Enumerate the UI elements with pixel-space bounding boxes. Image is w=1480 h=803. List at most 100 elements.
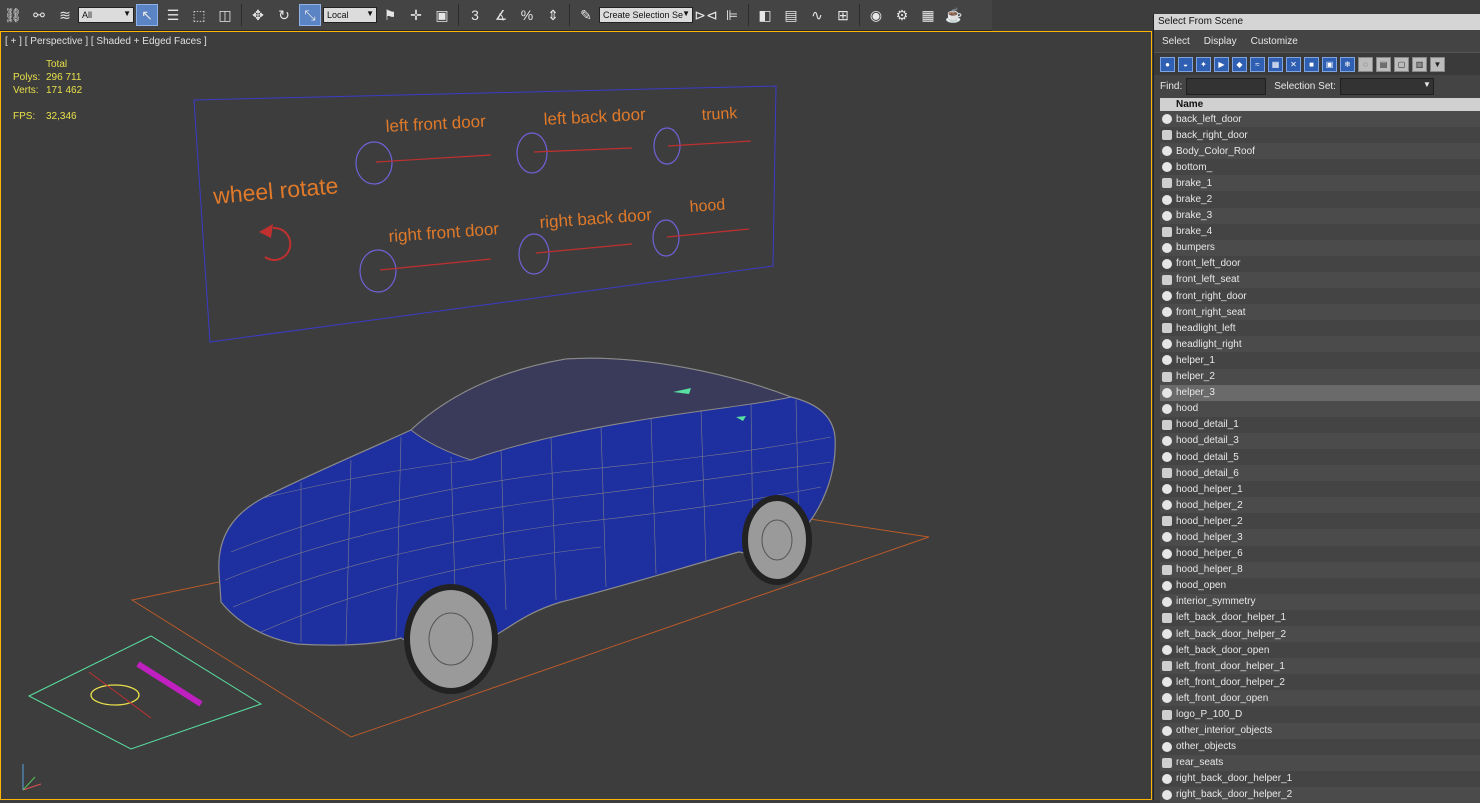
left-back-door-control[interactable] bbox=[516, 132, 548, 174]
pivot-center-icon[interactable]: ⚑ bbox=[379, 4, 401, 26]
list-item[interactable]: hood_open bbox=[1160, 577, 1480, 594]
list-item[interactable]: left_front_door_helper_1 bbox=[1160, 658, 1480, 675]
right-back-door-control[interactable] bbox=[518, 233, 550, 275]
list-item[interactable]: brake_1 bbox=[1160, 175, 1480, 192]
list-item[interactable]: bumpers bbox=[1160, 239, 1480, 256]
list-item[interactable]: brake_3 bbox=[1160, 207, 1480, 224]
list-item[interactable]: right_back_door_helper_2 bbox=[1160, 786, 1480, 803]
display-shapes-icon[interactable]: ◒ bbox=[1178, 56, 1193, 72]
list-item[interactable]: front_left_door bbox=[1160, 255, 1480, 272]
select-all-icon[interactable]: ▤ bbox=[1376, 56, 1391, 72]
rear-wheel[interactable] bbox=[742, 495, 812, 585]
align-icon[interactable]: ⊫ bbox=[721, 4, 743, 26]
list-item[interactable]: left_back_door_helper_1 bbox=[1160, 609, 1480, 626]
list-item[interactable]: other_interior_objects bbox=[1160, 722, 1480, 739]
right-back-door-slider[interactable] bbox=[535, 243, 633, 254]
menu-select[interactable]: Select bbox=[1162, 36, 1190, 47]
perspective-viewport[interactable]: [ + ] [ Perspective ] [ Shaded + Edged F… bbox=[0, 31, 1152, 800]
percent-snap-icon[interactable]: % bbox=[516, 4, 538, 26]
select-object-icon[interactable]: ↖ bbox=[136, 4, 158, 26]
front-wheel[interactable] bbox=[404, 584, 498, 694]
list-item[interactable]: hood_helper_8 bbox=[1160, 561, 1480, 578]
list-item[interactable]: front_right_door bbox=[1160, 288, 1480, 305]
rendered-frame-icon[interactable]: ▦ bbox=[917, 4, 939, 26]
list-item[interactable]: helper_1 bbox=[1160, 352, 1480, 369]
list-item[interactable]: Body_Color_Roof bbox=[1160, 143, 1480, 160]
display-helpers-icon[interactable]: ◆ bbox=[1232, 56, 1247, 72]
render-teapot-icon[interactable]: ☕ bbox=[943, 4, 965, 26]
spinner-snap-icon[interactable]: ⇕ bbox=[542, 4, 564, 26]
menu-display[interactable]: Display bbox=[1204, 36, 1237, 47]
list-item[interactable]: back_right_door bbox=[1160, 127, 1480, 144]
list-item[interactable]: headlight_left bbox=[1160, 320, 1480, 337]
list-item[interactable]: rear_seats bbox=[1160, 754, 1480, 771]
list-item[interactable]: hood_detail_5 bbox=[1160, 448, 1480, 466]
scale-icon[interactable]: ⤡ bbox=[299, 4, 321, 26]
display-bones-icon[interactable]: ■ bbox=[1304, 56, 1319, 72]
scene-object-list[interactable]: back_left_door back_right_door Body_Color_… bbox=[1160, 111, 1480, 803]
display-groups-icon[interactable]: ▦ bbox=[1268, 56, 1283, 72]
unlink-icon[interactable]: ⚯ bbox=[28, 4, 50, 26]
list-item[interactable]: left_back_door_helper_2 bbox=[1160, 626, 1480, 643]
curve-editor-icon[interactable]: ∿ bbox=[806, 4, 828, 26]
render-setup-icon[interactable]: ⚙ bbox=[891, 4, 913, 26]
selection-set-dropdown[interactable]: ▼ bbox=[1339, 77, 1434, 95]
list-item[interactable]: front_right_seat bbox=[1160, 304, 1480, 321]
list-item[interactable]: left_front_door_open bbox=[1160, 690, 1480, 707]
filter-icon[interactable]: ▼ bbox=[1430, 56, 1445, 72]
list-item[interactable]: helper_3 bbox=[1160, 384, 1480, 401]
menu-customize[interactable]: Customize bbox=[1251, 36, 1298, 47]
angle-snap-icon[interactable]: ∡ bbox=[490, 4, 512, 26]
display-cameras-icon[interactable]: ▶ bbox=[1214, 56, 1229, 72]
display-containers-icon[interactable]: ▣ bbox=[1322, 56, 1337, 72]
list-item[interactable]: bottom_ bbox=[1160, 159, 1480, 176]
list-item[interactable]: logo_P_100_D bbox=[1160, 706, 1480, 723]
list-item[interactable]: left_front_door_helper_2 bbox=[1160, 674, 1480, 691]
mirror-icon[interactable]: ⊳⊲ bbox=[694, 4, 717, 26]
schematic-view-icon[interactable]: ⊞ bbox=[832, 4, 854, 26]
list-item[interactable]: hood_helper_2 bbox=[1160, 497, 1480, 514]
selection-filter-dropdown[interactable]: All ▼ bbox=[78, 7, 134, 23]
snaps-toggle-icon[interactable]: 3 bbox=[464, 4, 486, 26]
display-frozen-icon[interactable]: ❄ bbox=[1340, 56, 1355, 72]
edit-named-selection-icon[interactable]: ✎ bbox=[575, 4, 597, 26]
window-crossing-icon[interactable]: ◫ bbox=[214, 4, 236, 26]
rectangular-selection-icon[interactable]: ⬚ bbox=[188, 4, 210, 26]
list-item[interactable]: interior_symmetry bbox=[1160, 593, 1480, 610]
move-icon[interactable]: ✥ bbox=[247, 4, 269, 26]
select-none-icon[interactable]: ▢ bbox=[1394, 56, 1409, 72]
bind-space-warp-icon[interactable]: ≋ bbox=[54, 4, 76, 26]
material-editor-icon[interactable]: ◉ bbox=[865, 4, 887, 26]
display-spacewarps-icon[interactable]: ≈ bbox=[1250, 56, 1265, 72]
left-front-door-slider[interactable] bbox=[375, 154, 492, 163]
list-item[interactable]: brake_4 bbox=[1160, 223, 1480, 240]
right-front-door-control[interactable] bbox=[359, 249, 397, 293]
select-by-name-icon[interactable]: ☰ bbox=[162, 4, 184, 26]
hood-control[interactable] bbox=[652, 219, 680, 257]
list-item[interactable]: left_back_door_open bbox=[1160, 642, 1480, 659]
list-item[interactable]: headlight_right bbox=[1160, 336, 1480, 353]
select-invert-icon[interactable]: ▥ bbox=[1412, 56, 1427, 72]
reference-coordinate-dropdown[interactable]: Local ▼ bbox=[323, 7, 377, 23]
list-item[interactable]: hood_helper_6 bbox=[1160, 545, 1480, 562]
list-item[interactable]: front_left_seat bbox=[1160, 271, 1480, 289]
display-xrefs-icon[interactable]: ✕ bbox=[1286, 56, 1301, 72]
left-front-door-control[interactable] bbox=[355, 141, 393, 185]
keyboard-shortcut-icon[interactable]: ▣ bbox=[431, 4, 453, 26]
named-selection-set-dropdown[interactable]: Create Selection Se ▼ bbox=[599, 7, 693, 23]
list-item[interactable]: hood_detail_6 bbox=[1160, 465, 1480, 482]
car-model[interactable] bbox=[218, 357, 836, 694]
list-item[interactable]: hood_detail_1 bbox=[1160, 416, 1480, 433]
select-manipulate-icon[interactable]: ✛ bbox=[405, 4, 427, 26]
wheel-helper-ring[interactable] bbox=[90, 684, 140, 706]
list-item[interactable]: back_left_door bbox=[1160, 111, 1480, 128]
right-front-door-slider[interactable] bbox=[379, 258, 492, 271]
scene-explorer-icon[interactable]: ▤ bbox=[780, 4, 802, 26]
list-item[interactable]: hood_helper_2 bbox=[1160, 513, 1480, 530]
left-back-door-slider[interactable] bbox=[533, 147, 633, 153]
display-lights-icon[interactable]: ✦ bbox=[1196, 56, 1211, 72]
list-item[interactable]: hood bbox=[1160, 400, 1480, 417]
display-hidden-icon[interactable]: ◌ bbox=[1358, 56, 1373, 72]
column-header-name[interactable]: Name bbox=[1160, 98, 1480, 111]
list-item[interactable]: helper_2 bbox=[1160, 368, 1480, 385]
